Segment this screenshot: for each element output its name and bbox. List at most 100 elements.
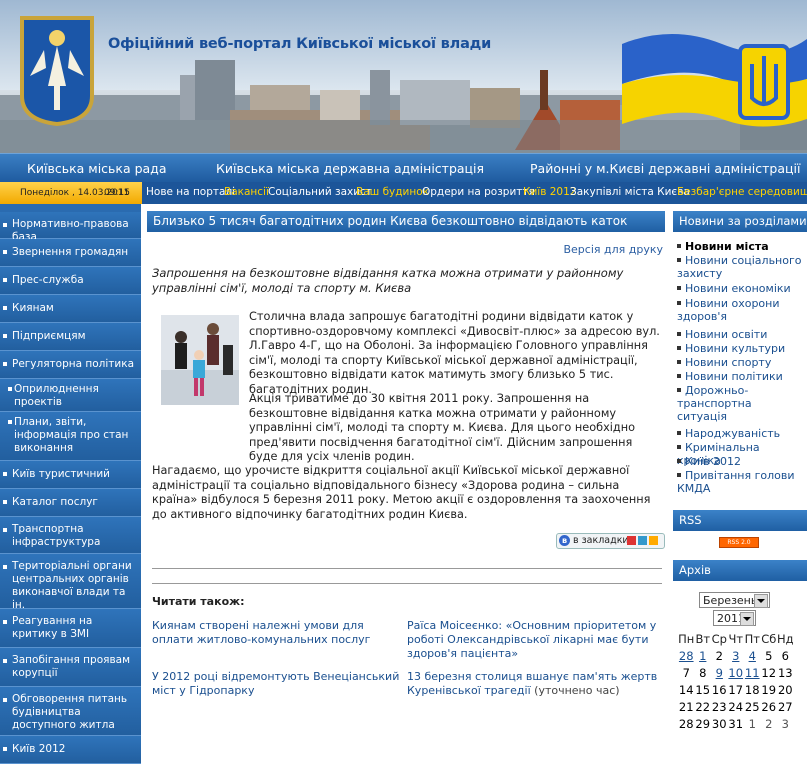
article-lead: Запрошення на безкоштовне відвідання кат… (152, 266, 624, 295)
sidebar-item-anti-corruption[interactable]: Запобігання проявам корупції (0, 648, 141, 687)
related-link[interactable]: У 2012 році відремонтують Венеціанський … (152, 670, 407, 698)
read-also-heading: Читати також: (152, 595, 245, 608)
site-header: Офіційний веб-портал Київської міської в… (0, 0, 807, 153)
news-section-city[interactable]: Новини міста (677, 240, 807, 253)
chevron-down-icon (754, 594, 768, 608)
news-section-traffic[interactable]: Дорожньо-транспортна ситуація (677, 384, 787, 423)
sidebar-item-plans-reports[interactable]: Плани, звіти, інформація про стан викона… (0, 412, 141, 461)
subnav-new[interactable]: Нове на порталі (146, 186, 235, 198)
bullet-icon (677, 346, 681, 350)
left-sidebar: Нормативно-правова база Звернення громад… (0, 204, 141, 764)
sidebar-item-affordable-housing[interactable]: Обговорення питань будівництва доступног… (0, 687, 141, 736)
rss-feed-button[interactable]: RSS 2.0 (719, 537, 759, 548)
calendar-day[interactable]: 11 (744, 665, 761, 682)
sidebar-item-draft-publication[interactable]: Оприлюднення проектів (0, 379, 141, 412)
news-sections-heading: Новини за розділами (673, 211, 807, 232)
news-section-politics[interactable]: Новини політики (677, 370, 807, 383)
news-section-economy[interactable]: Новини економіки (677, 282, 807, 295)
calendar-day: 8 (699, 666, 707, 680)
news-section-health[interactable]: Новини охорони здоров'я (677, 297, 807, 323)
news-section-kyiv-2012[interactable]: Київ 2012 (677, 455, 807, 468)
subnav-orders[interactable]: Ордери на розриття (422, 186, 535, 198)
bookmarks-label: в закладки (573, 535, 629, 546)
sidebar-item-kyiv-2012[interactable]: Київ 2012 (0, 736, 141, 764)
news-section-social[interactable]: Новини соціального захисту (677, 254, 807, 280)
month-select[interactable]: Березень (699, 592, 770, 608)
calendar-day: 31 (728, 717, 744, 731)
sidebar-item-transport[interactable]: Транспортна інфраструктура (0, 517, 141, 554)
bullet-icon (3, 278, 7, 282)
divider (152, 583, 662, 584)
calendar-day[interactable]: 28 (678, 648, 695, 665)
bullet-icon (3, 306, 7, 310)
bookmarks-button[interactable]: в в закладки (556, 533, 665, 549)
nav-district-administrations[interactable]: Районні у м.Києві державні адміністрації (530, 161, 800, 176)
sidebar-item-residents[interactable]: Киянам (0, 295, 141, 323)
calendar-week: 28 1 2 3 4 5 6 (678, 648, 794, 665)
bullet-icon (3, 472, 7, 476)
bullet-icon (677, 360, 681, 364)
calendar-week: 7 8 9 10 11 12 13 (678, 665, 794, 682)
divider (152, 568, 662, 569)
bullet-icon (677, 332, 681, 336)
sidebar-item-legal-base[interactable]: Нормативно-правова база (0, 212, 141, 243)
bullet-icon (3, 223, 7, 227)
subnav-barrier-free[interactable]: Безбар'єрне середовище (677, 186, 807, 198)
calendar-day: 28 (678, 717, 694, 731)
news-section-sport[interactable]: Новини спорту (677, 356, 807, 369)
bullet-icon (677, 445, 681, 449)
calendar-weekdays: Пн Вт Ср Чт Пт Сб Нд (678, 631, 794, 648)
related-link[interactable]: 13 березня столиця вшанує пам'ять жертв … (407, 670, 662, 698)
sidebar-item-territorial-bodies[interactable]: Територіальні органи центральних органів… (0, 554, 141, 611)
nav-city-council[interactable]: Київська міська рада (27, 161, 166, 176)
rss-heading: RSS (673, 510, 807, 531)
archive-heading: Архів (673, 560, 807, 581)
sidebar-item-entrepreneurs[interactable]: Підприємцям (0, 323, 141, 351)
article-paragraph-2: Акція триватиме до 30 квітня 2011 року. … (249, 392, 636, 464)
calendar-day: 5 (765, 649, 773, 663)
subnav-procurement[interactable]: Закупівлі міста Києва (570, 186, 690, 198)
calendar-day: 21 (678, 700, 694, 714)
sidebar-item-press-service[interactable]: Прес-служба (0, 267, 141, 295)
sidebar-item-tourist-kyiv[interactable]: Київ туристичний (0, 461, 141, 489)
weekday-label: Нд (777, 632, 794, 647)
article-paragraph-1: Столична влада запрошує багатодітні роди… (249, 310, 660, 396)
kyiv-coat-of-arms-logo (20, 16, 94, 126)
subnav-kyiv-2012[interactable]: Київ 2012 (523, 186, 576, 198)
vkontakte-icon: в (559, 535, 570, 546)
calendar-day[interactable]: 4 (744, 648, 761, 665)
sidebar-item-regulatory-policy[interactable]: Регуляторна політика (0, 351, 141, 379)
bullet-icon (8, 387, 12, 391)
related-link[interactable]: Раїса Моісеєнко: «Основним пріоритетом у… (407, 619, 662, 661)
news-section-greetings[interactable]: Привітання голови КМДА (677, 469, 807, 495)
news-section-culture[interactable]: Новини культури (677, 342, 807, 355)
calendar-day: 13 (777, 666, 793, 680)
right-column: Новини за розділами Новини міста Новини … (673, 211, 807, 763)
year-select[interactable]: 2011 (713, 610, 756, 626)
related-link[interactable]: Киянам створені належні умови для оплати… (152, 619, 407, 647)
calendar-day: 17 (728, 683, 744, 697)
subnav-your-house[interactable]: Ваш будинок (356, 186, 429, 198)
calendar-day: 2 (765, 717, 773, 731)
calendar-day[interactable]: 3 (728, 648, 745, 665)
bullet-icon (3, 620, 7, 624)
share-service-icon (627, 536, 636, 545)
news-section-births[interactable]: Народжуваність (677, 427, 807, 440)
sidebar-item-service-catalog[interactable]: Каталог послуг (0, 489, 141, 517)
archive-calendar: Пн Вт Ср Чт Пт Сб Нд 28 1 2 3 4 5 6 7 8 … (678, 631, 794, 733)
calendar-day: 23 (711, 700, 727, 714)
calendar-day[interactable]: 1 (695, 648, 712, 665)
news-section-education[interactable]: Новини освіти (677, 328, 807, 341)
calendar-day: 1 (748, 717, 756, 731)
site-title[interactable]: Офіційний веб-портал Київської міської в… (108, 36, 491, 52)
subnav-vacancies[interactable]: Вакансії (224, 186, 269, 198)
chevron-down-icon (740, 612, 754, 626)
sidebar-item-citizen-appeals[interactable]: Звернення громадян (0, 239, 141, 267)
calendar-day[interactable]: 9 (711, 665, 728, 682)
sidebar-item-media-criticism[interactable]: Реагування на критику в ЗМІ (0, 609, 141, 648)
print-version-link[interactable]: Версія для друку (563, 243, 663, 256)
calendar-day[interactable]: 10 (728, 665, 745, 682)
weekday-label: Ср (711, 632, 727, 647)
bullet-icon (3, 698, 7, 702)
nav-city-administration[interactable]: Київська міська державна адміністрація (216, 161, 484, 176)
